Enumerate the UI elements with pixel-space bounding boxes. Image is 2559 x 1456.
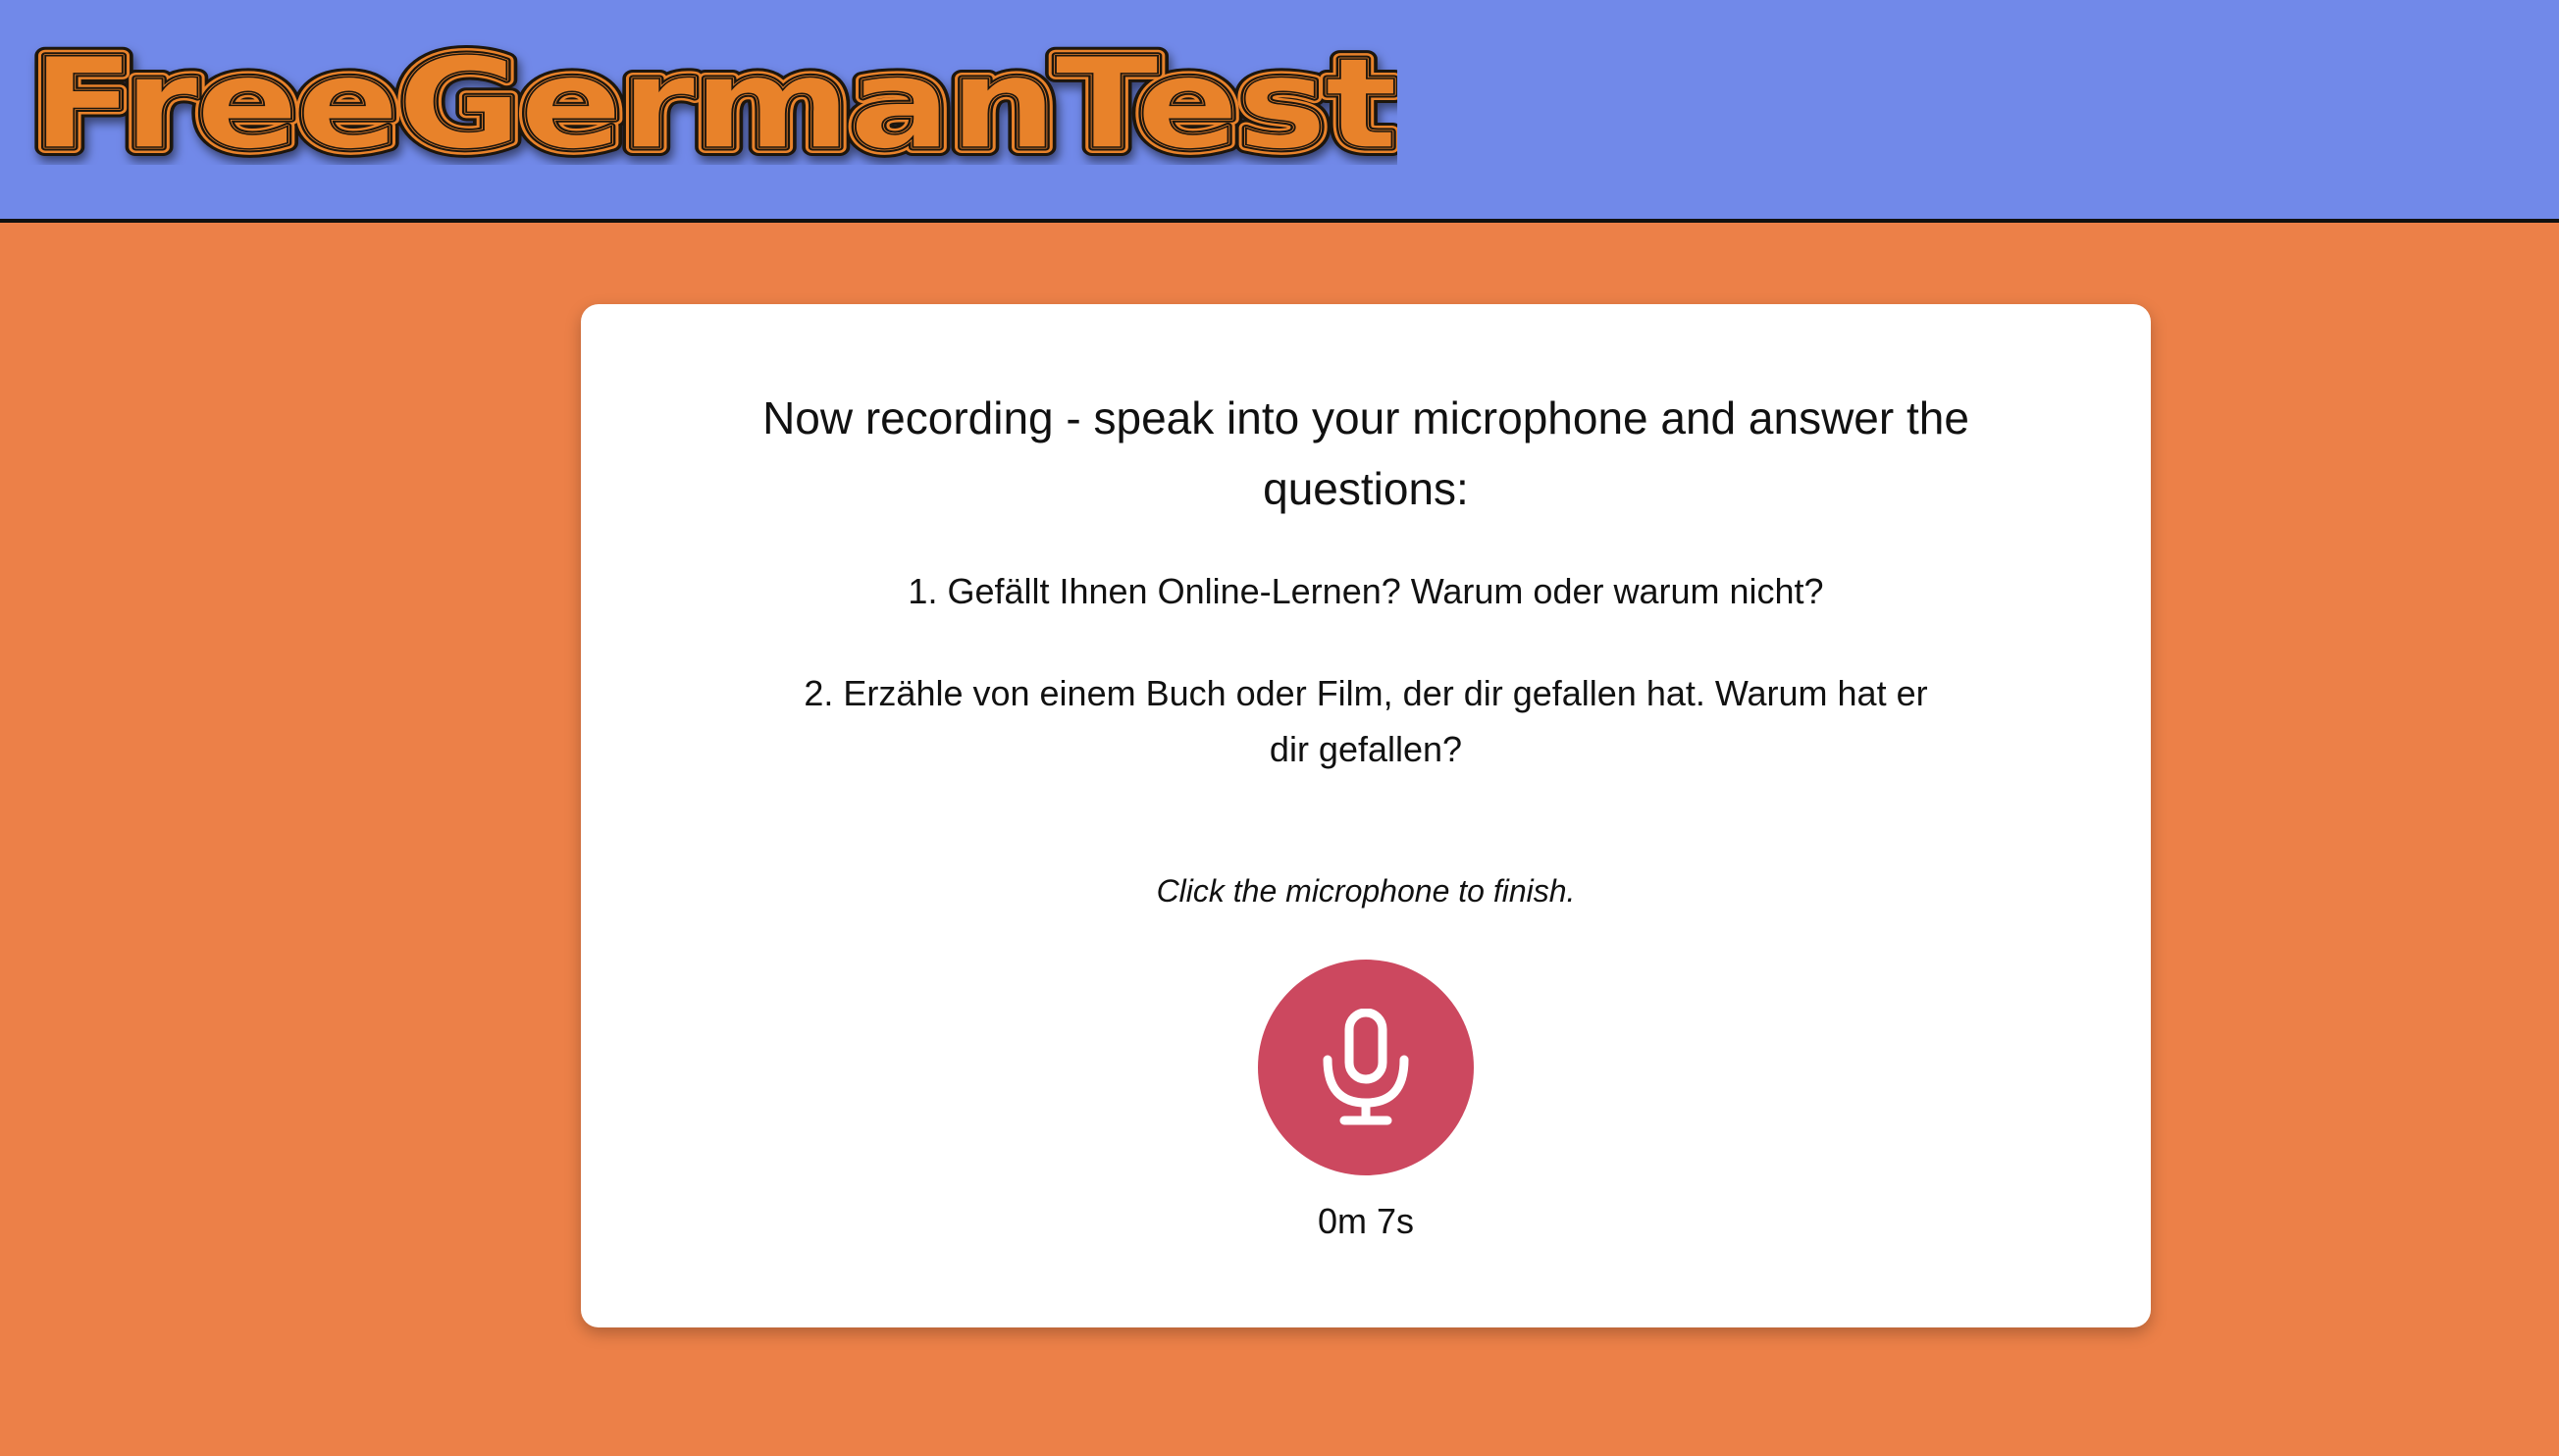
recording-headline: Now recording - speak into your micropho… — [762, 392, 1969, 514]
microphone-icon — [1323, 1009, 1409, 1125]
recording-timer: 0m 7s — [1317, 1201, 1415, 1241]
question-1: 1. Gefällt Ihnen Online-Lernen? Warum od… — [908, 571, 1824, 611]
site-header: FreeGermanTest FreeGermanTest FreeGerman… — [0, 0, 2559, 223]
question-2: 2. Erzähle von einem Buch oder Film, der… — [804, 673, 1928, 769]
finish-hint: Click the microphone to finish. — [1156, 873, 1576, 909]
recording-card: Now recording - speak into your micropho… — [581, 304, 2151, 1327]
site-logo[interactable]: FreeGermanTest FreeGermanTest FreeGerman… — [24, 27, 1397, 165]
microphone-stop-button[interactable] — [1258, 960, 1474, 1175]
logo-text-inner-line: FreeGermanTest — [31, 31, 1395, 165]
